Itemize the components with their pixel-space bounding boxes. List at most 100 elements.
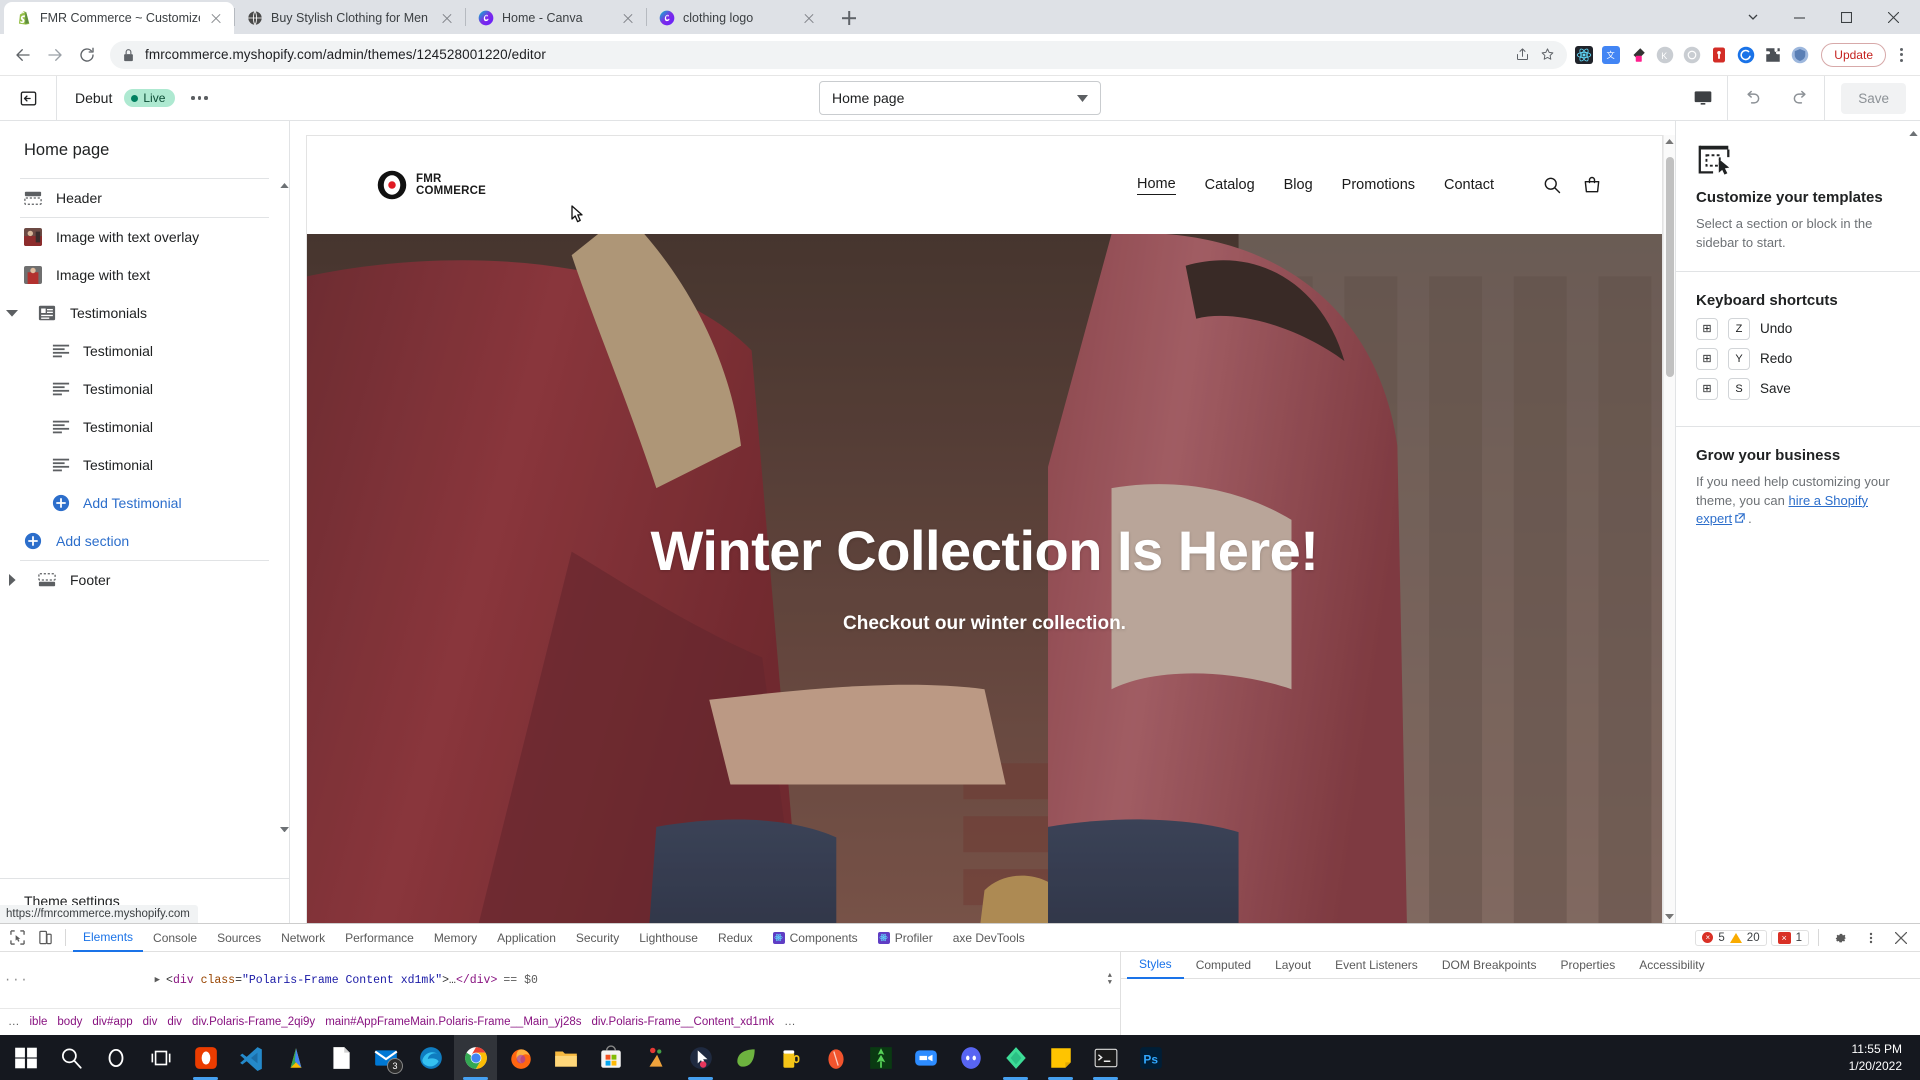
window-maximize-button[interactable] (1824, 1, 1869, 33)
sidebar-item-testimonials[interactable]: Testimonials (0, 294, 289, 332)
breadcrumb-item[interactable]: div#app (92, 1016, 132, 1028)
add-section-button[interactable]: Add section (0, 522, 289, 560)
devtools-tab-components[interactable]: Components (763, 924, 868, 952)
taskbar-app-firefox[interactable] (499, 1035, 542, 1080)
sidebar-block-testimonial-4[interactable]: Testimonial (0, 446, 289, 484)
page-template-selector[interactable]: Home page (819, 81, 1101, 115)
dom-overflow-dots[interactable]: ··· (4, 973, 29, 987)
inspect-element-icon[interactable] (4, 925, 30, 951)
clarity-icon[interactable] (1737, 46, 1755, 64)
store-nav-blog[interactable]: Blog (1284, 177, 1313, 193)
chrome-profile-chevron-icon[interactable] (1730, 1, 1775, 33)
taskbar-app-mint[interactable] (724, 1035, 767, 1080)
browser-tab-1-close-icon[interactable] (208, 10, 224, 26)
privacy-icon[interactable] (1791, 46, 1809, 64)
taskbar-app-explorer[interactable] (544, 1035, 587, 1080)
ghostery-icon[interactable] (1683, 46, 1701, 64)
taskbar-app-adsense[interactable] (274, 1035, 317, 1080)
exit-editor-button[interactable] (0, 76, 56, 121)
taskbar-clock[interactable]: 11:55 PM 1/20/2022 (1849, 1041, 1916, 1073)
taskbar-app-photoshop[interactable]: Ps (1129, 1035, 1172, 1080)
devtools-settings-gear-icon[interactable] (1828, 925, 1854, 951)
store-nav-catalog[interactable]: Catalog (1205, 177, 1255, 193)
devtools-tab-application[interactable]: Application (487, 924, 566, 952)
store-nav-contact[interactable]: Contact (1444, 177, 1494, 193)
taskbar-app-notepad[interactable] (319, 1035, 362, 1080)
new-tab-button[interactable] (835, 4, 863, 32)
devtools-tab-sources[interactable]: Sources (207, 924, 271, 952)
right-panel-scroll-up-icon[interactable] (1909, 131, 1918, 137)
desktop-preview-button[interactable] (1679, 76, 1727, 121)
styles-tab-accessibility[interactable]: Accessibility (1627, 952, 1716, 979)
sidebar-scrollbar[interactable] (280, 183, 289, 832)
taskbar-app-edge[interactable] (409, 1035, 452, 1080)
bookmark-star-icon[interactable] (1540, 47, 1555, 62)
dom-scroll-stepper[interactable]: ▲ ▼ (1108, 973, 1120, 987)
devtools-tab-redux[interactable]: Redux (708, 924, 763, 952)
kameleoon-icon[interactable]: K (1656, 46, 1674, 64)
devtools-tab-performance[interactable]: Performance (335, 924, 424, 952)
sidebar-block-testimonial-3[interactable]: Testimonial (0, 408, 289, 446)
react-devtools-icon[interactable] (1575, 45, 1594, 64)
chevron-right-icon[interactable] (6, 574, 18, 586)
taskbar-app-beer[interactable] (769, 1035, 812, 1080)
styles-tab-computed[interactable]: Computed (1184, 952, 1263, 979)
sidebar-item-image-with-text[interactable]: Image with text (0, 256, 289, 294)
forward-button[interactable] (40, 40, 70, 70)
devtools-issues-badge[interactable]: × 1 (1770, 929, 1809, 946)
breadcrumb-item[interactable]: main#AppFrameMain.Polaris-Frame__Main_yj… (325, 1016, 581, 1028)
chrome-menu-button[interactable] (1890, 47, 1912, 62)
sidebar-item-image-with-text-overlay[interactable]: Image with text overlay (0, 218, 289, 256)
devtools-close-icon[interactable] (1888, 925, 1914, 951)
address-bar[interactable]: fmrcommerce.myshopify.com/admin/themes/1… (110, 40, 1568, 69)
colorpick-icon[interactable] (1629, 46, 1647, 64)
share-icon[interactable] (1515, 47, 1530, 62)
devtools-tab-console[interactable]: Console (143, 924, 207, 952)
redo-button[interactable] (1776, 76, 1824, 121)
store-nav-home[interactable]: Home (1136, 176, 1176, 195)
save-button[interactable]: Save (1841, 82, 1906, 114)
breadcrumb-item[interactable]: div.Polaris-Frame__Content_xd1mk (591, 1016, 774, 1028)
taskbar-app-discord[interactable] (949, 1035, 992, 1080)
breadcrumb-item[interactable]: div.Polaris-Frame_2qi9y (192, 1016, 315, 1028)
taskbar-app-mail[interactable]: 3 (364, 1035, 407, 1080)
breadcrumb-overflow-end[interactable]: … (784, 1016, 796, 1028)
devtools-tab-memory[interactable]: Memory (424, 924, 487, 952)
devtools-tab-security[interactable]: Security (566, 924, 629, 952)
devtools-more-menu-icon[interactable] (1858, 925, 1884, 951)
scroll-up-icon[interactable] (1665, 139, 1674, 145)
puzzle-icon[interactable] (1764, 46, 1782, 64)
sidebar-block-testimonial-1[interactable]: Testimonial (0, 332, 289, 370)
styles-tab-event-listeners[interactable]: Event Listeners (1323, 952, 1430, 979)
device-toolbar-icon[interactable] (32, 925, 58, 951)
browser-tab-2-close-icon[interactable] (439, 10, 455, 26)
undo-button[interactable] (1728, 76, 1776, 121)
add-testimonial-button[interactable]: Add Testimonial (0, 484, 289, 522)
taskbar-app-party[interactable] (634, 1035, 677, 1080)
scroll-down-icon[interactable] (280, 826, 289, 832)
styles-tab-properties[interactable]: Properties (1549, 952, 1628, 979)
browser-tab-3[interactable]: Home - Canva (466, 2, 646, 34)
devtools-tab-lighthouse[interactable]: Lighthouse (629, 924, 708, 952)
dom-selected-node[interactable]: ··· ▶ <div class="Polaris-Frame Content … (0, 952, 1120, 1009)
browser-tab-3-close-icon[interactable] (620, 10, 636, 26)
browser-tab-2[interactable]: Buy Stylish Clothing for Men | Fr (235, 2, 465, 34)
cart-icon[interactable] (1582, 175, 1602, 195)
preview-scrollbar-thumb[interactable] (1666, 157, 1674, 377)
sidebar-block-testimonial-2[interactable]: Testimonial (0, 370, 289, 408)
taskbar-app-tree[interactable] (859, 1035, 902, 1080)
back-button[interactable] (8, 40, 38, 70)
scroll-down-icon[interactable] (1665, 913, 1674, 919)
breadcrumb-item[interactable]: div (143, 1016, 158, 1028)
taskbar-app-vscode[interactable] (229, 1035, 272, 1080)
browser-tab-4-close-icon[interactable] (801, 10, 817, 26)
scroll-up-icon[interactable] (280, 183, 289, 189)
reload-button[interactable] (72, 40, 102, 70)
browser-tab-1[interactable]: FMR Commerce ~ Customize De (4, 2, 234, 34)
window-minimize-button[interactable] (1777, 1, 1822, 33)
devtools-tab-network[interactable]: Network (271, 924, 335, 952)
breadcrumb-overflow-start[interactable]: … (8, 1016, 20, 1028)
store-preview-frame[interactable]: FMR COMMERCE Home Catalog Blog Promotion… (306, 135, 1663, 923)
taskbar-search-button[interactable] (49, 1035, 92, 1080)
store-logo[interactable]: FMR COMMERCE (377, 170, 486, 200)
